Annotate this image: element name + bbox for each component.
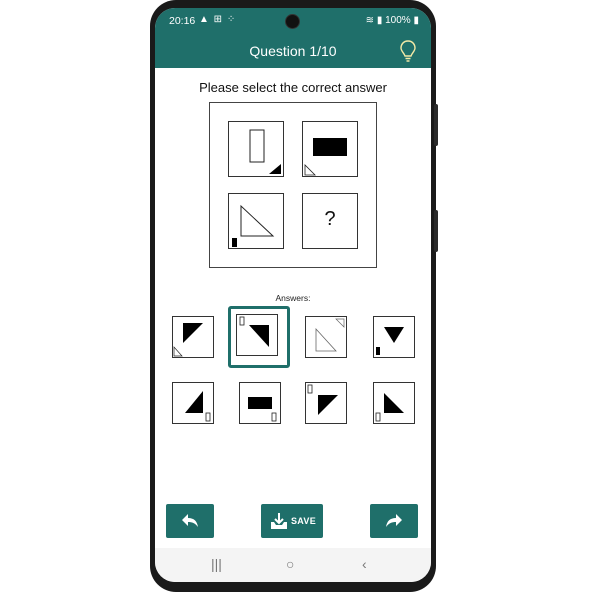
question-mark: ? — [324, 208, 336, 230]
answer-8-shape — [375, 393, 404, 422]
answer-6-shape — [248, 397, 277, 422]
outline-triangle-icon — [232, 204, 275, 247]
puzzle-tile-2 — [302, 121, 358, 177]
puzzle-tile-1 — [228, 121, 284, 177]
answer-1-shape — [173, 323, 203, 357]
puzzle-tile-3 — [228, 193, 284, 249]
question-title: Question 1/10 — [249, 43, 337, 59]
notification-icons: ▲ ⊞ ⁘ — [199, 14, 237, 25]
power-button — [434, 210, 438, 252]
signal-icon: ▮ — [376, 15, 383, 26]
volume-button — [434, 104, 438, 146]
answer-option-5[interactable] — [172, 382, 214, 424]
home-button[interactable]: ○ — [286, 556, 294, 572]
puzzle-tile-unknown: ? — [302, 193, 358, 249]
battery-icon: ▮ — [413, 15, 419, 26]
puzzle-grid: ? — [209, 102, 377, 268]
answer-4-shape — [376, 327, 404, 355]
status-bar: 20:16 ▲ ⊞ ⁘ ≋ ▮ 100% ▮ — [155, 8, 431, 34]
battery-percent: 100% — [385, 15, 411, 26]
forward-button[interactable] — [370, 504, 418, 538]
system-back-button[interactable]: ‹ — [362, 556, 367, 572]
answer-option-4[interactable] — [373, 316, 415, 358]
reply-arrow-icon — [182, 514, 198, 527]
status-time: 20:16 — [169, 15, 196, 27]
answer-3-shape — [315, 318, 345, 352]
tall-rectangle-icon — [249, 129, 281, 174]
answer-option-3[interactable] — [305, 316, 347, 358]
answer-option-6[interactable] — [239, 382, 281, 424]
recents-button[interactable]: ||| — [211, 556, 222, 572]
status-right: ≋ ▮ 100% ▮ — [366, 15, 419, 26]
phone-screen: 20:16 ▲ ⊞ ⁘ ≋ ▮ 100% ▮ Question 1/10 Ple… — [155, 8, 431, 582]
answers-label: Answers: — [275, 293, 311, 303]
wifi-icon: ≋ — [365, 15, 375, 26]
wide-rectangle-icon — [304, 138, 347, 176]
prompt-text: Please select the correct answer — [199, 80, 387, 95]
answer-option-1[interactable] — [172, 316, 214, 358]
answer-option-8[interactable] — [373, 382, 415, 424]
answer-5-shape — [185, 391, 211, 422]
back-button[interactable] — [166, 504, 214, 538]
lightbulb-icon[interactable] — [399, 39, 417, 63]
download-tray-icon — [271, 513, 287, 529]
save-button[interactable]: SAVE — [261, 504, 323, 538]
system-navigation-bar: ||| ○ ‹ — [155, 548, 431, 582]
answer-7-shape — [307, 384, 338, 415]
answer-option-2[interactable] — [236, 314, 278, 356]
camera-icon — [285, 14, 300, 29]
save-label: SAVE — [291, 516, 317, 526]
answer-option-7[interactable] — [305, 382, 347, 424]
share-arrow-icon — [386, 514, 402, 527]
app-bar: Question 1/10 — [155, 34, 431, 68]
answer-2-shape — [239, 316, 269, 347]
